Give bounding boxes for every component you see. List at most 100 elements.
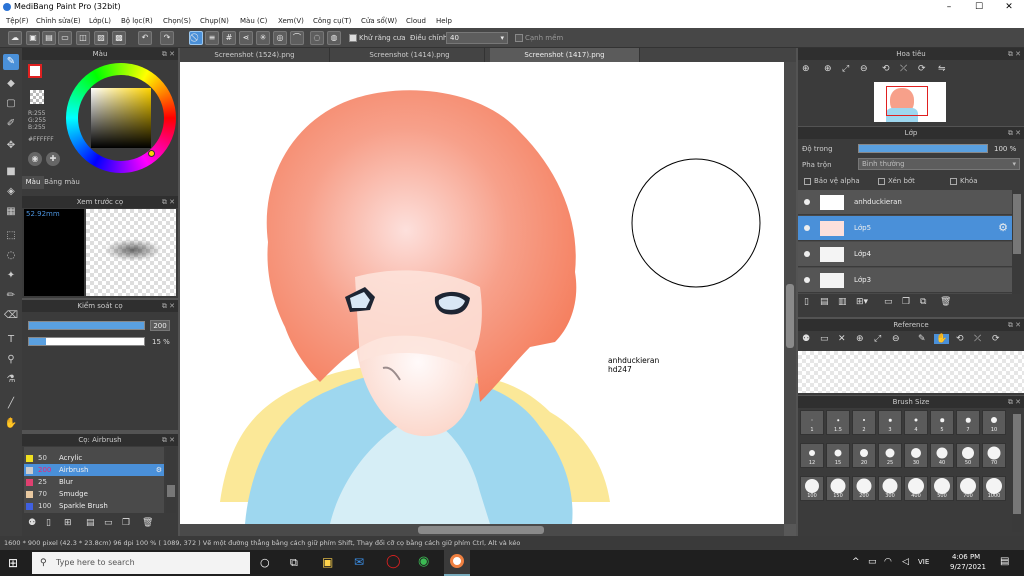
brush-add-icon[interactable]: ⚉ [28, 518, 36, 528]
duplicate-layer-icon[interactable]: ❐ [902, 297, 910, 307]
reference-fit-icon[interactable]: ⤢ [874, 334, 881, 344]
taskbar-search-box[interactable]: ⚲ Type here to search [32, 552, 250, 574]
brush-folder-icon[interactable]: ▭ [104, 518, 113, 528]
tab-screenshot-1414[interactable]: Screenshot (1414).png [335, 48, 485, 62]
transform-icon[interactable]: ◫ [76, 31, 90, 45]
brush-new-icon[interactable]: ▯ [46, 518, 51, 528]
reference-rotate-reset-icon[interactable]: ⤫ [974, 334, 981, 344]
snap-radial-icon[interactable]: ✳ [256, 31, 270, 45]
navigator-viewport[interactable] [886, 86, 928, 116]
eye-icon[interactable] [804, 277, 810, 283]
language-indicator[interactable]: VIE [918, 558, 929, 566]
menu-view[interactable]: Xem(V) [278, 17, 304, 25]
new-8bit-layer-icon[interactable]: ▥ [838, 297, 847, 307]
layer-list-scrollbar[interactable] [1012, 190, 1022, 294]
hand-tool-icon[interactable]: ✋ [3, 416, 19, 432]
navigator-thumbnail[interactable] [874, 82, 946, 122]
clock-date[interactable]: 9/27/2021 [950, 563, 986, 571]
brush-copy-icon[interactable]: ❐ [122, 518, 130, 528]
mail-icon[interactable]: ✉ [354, 555, 364, 569]
brush-size-option[interactable]: 700 [956, 476, 980, 501]
cortana-icon[interactable]: ○ [260, 556, 270, 569]
magic-wand-icon[interactable]: ✦ [3, 268, 19, 284]
foreground-color-swatch[interactable] [28, 64, 42, 78]
eraser-tool-icon[interactable]: ◆ [3, 76, 19, 92]
flip-icon[interactable]: ⇋ [938, 64, 946, 74]
panel-options-icon[interactable]: ⧉ ✕ [1008, 48, 1021, 60]
task-view-icon[interactable]: ⧉ [290, 556, 298, 570]
redo-icon[interactable]: ↷ [160, 31, 174, 45]
wifi-icon[interactable]: ◠ [884, 557, 892, 567]
brush-item-sparkle[interactable]: 100 Sparkle Brush [24, 500, 164, 512]
menu-capture[interactable]: Chụp(N) [200, 17, 229, 25]
eyedropper-icon[interactable]: ✚ [46, 152, 60, 166]
hue-marker[interactable] [148, 150, 155, 157]
brush-size-option[interactable]: 100 [800, 476, 824, 501]
brush-size-option[interactable]: 20 [852, 443, 876, 468]
reference-rotate-right-icon[interactable]: ⟳ [992, 334, 1000, 344]
brush-delete-icon[interactable]: 🗑 [142, 518, 153, 528]
brush-size-option[interactable]: 1 [800, 410, 824, 435]
brush-size-value[interactable]: 200 [150, 320, 170, 331]
opera-icon[interactable]: ◯ [386, 554, 401, 569]
clipping-checkbox[interactable] [878, 178, 885, 185]
brush-size-option[interactable]: 3 [878, 410, 902, 435]
correction-select[interactable]: 40 ▾ [446, 32, 508, 44]
eye-icon[interactable] [804, 251, 810, 257]
medibang-taskbar-button[interactable] [444, 550, 470, 576]
menu-layer[interactable]: Lớp(L) [89, 17, 111, 25]
snap-off-icon[interactable]: ⃠ [189, 31, 203, 45]
lock-checkbox[interactable] [950, 178, 957, 185]
invert-icon[interactable]: ▩ [112, 31, 126, 45]
brush-size-option[interactable]: 5 [930, 410, 954, 435]
windows-start-icon[interactable]: ⊞ [8, 556, 22, 570]
drawing-canvas[interactable]: anhduckieran hd247 [180, 62, 784, 524]
brush-size-option[interactable]: 40 [930, 443, 954, 468]
reference-open-icon[interactable]: ⚉ [802, 334, 810, 344]
brush-item-airbrush[interactable]: 200 Airbrush ⚙ [24, 464, 164, 476]
save-icon[interactable]: ▣ [26, 31, 40, 45]
battery-icon[interactable]: ▭ [868, 557, 877, 567]
snap-circle-icon[interactable]: ◎ [273, 31, 287, 45]
brush-size-option[interactable]: 15 [826, 443, 850, 468]
brush-opacity-slider[interactable] [28, 337, 145, 346]
merge-layer-icon[interactable]: ⧉ [920, 297, 926, 307]
brush-size-option[interactable]: 200 [852, 476, 876, 501]
brush-size-option[interactable]: 25 [878, 443, 902, 468]
dot-tool-icon[interactable]: ▢ [3, 96, 19, 112]
add-layer-menu-icon[interactable]: ⊞▾ [856, 297, 868, 307]
pen-tool-icon[interactable]: ✐ [3, 116, 19, 132]
soft-edge-checkbox[interactable] [515, 34, 523, 42]
reference-folder-icon[interactable]: ▭ [820, 334, 829, 344]
brush-size-option[interactable]: 1.5 [826, 410, 850, 435]
panel-options-icon[interactable]: ⧉ ✕ [1008, 396, 1021, 408]
select-eraser-icon[interactable]: ⌫ [3, 308, 19, 324]
rotate-reset-icon[interactable]: ⤫ [900, 64, 907, 74]
move-tool-icon[interactable]: ✥ [3, 138, 19, 154]
layer-opacity-slider[interactable] [858, 144, 988, 153]
brush-size-option[interactable]: 10 [982, 410, 1006, 435]
layer-blend-select[interactable]: Bình thường ▾ [858, 158, 1020, 170]
brush-size-option[interactable]: 70 [982, 443, 1006, 468]
close-button[interactable]: ✕ [994, 0, 1024, 14]
reference-hand-icon[interactable]: ✋ [934, 334, 950, 344]
text-tool-icon[interactable]: T [3, 332, 19, 348]
menu-cloud[interactable]: Cloud [406, 17, 426, 25]
new-halftone-layer-icon[interactable]: ▤ [820, 297, 829, 307]
brush-size-option[interactable]: 300 [878, 476, 902, 501]
tab-screenshot-1417[interactable]: Screenshot (1417).png [490, 48, 640, 62]
lasso-tool-icon[interactable]: ◌ [3, 248, 19, 264]
select-tool-icon[interactable]: ⬚ [3, 228, 19, 244]
brush-size-option[interactable]: 400 [904, 476, 928, 501]
menu-help[interactable]: Help [436, 17, 452, 25]
panel-options-icon[interactable]: ⧉ ✕ [1008, 319, 1021, 331]
fit-window-icon[interactable]: ⤢ [842, 64, 849, 74]
reference-rotate-left-icon[interactable]: ⟲ [956, 334, 964, 344]
brush-size-option[interactable]: 2 [852, 410, 876, 435]
brush-item-smudge[interactable]: 70 Smudge [24, 488, 164, 500]
brush-size-option[interactable]: 12 [800, 443, 824, 468]
rotate-left-icon[interactable]: ⟲ [882, 64, 890, 74]
notification-icon[interactable]: ▤ [1000, 556, 1009, 567]
clock-time[interactable]: 4:06 PM [952, 553, 980, 561]
tab-palette[interactable]: Bảng màu [44, 176, 80, 189]
